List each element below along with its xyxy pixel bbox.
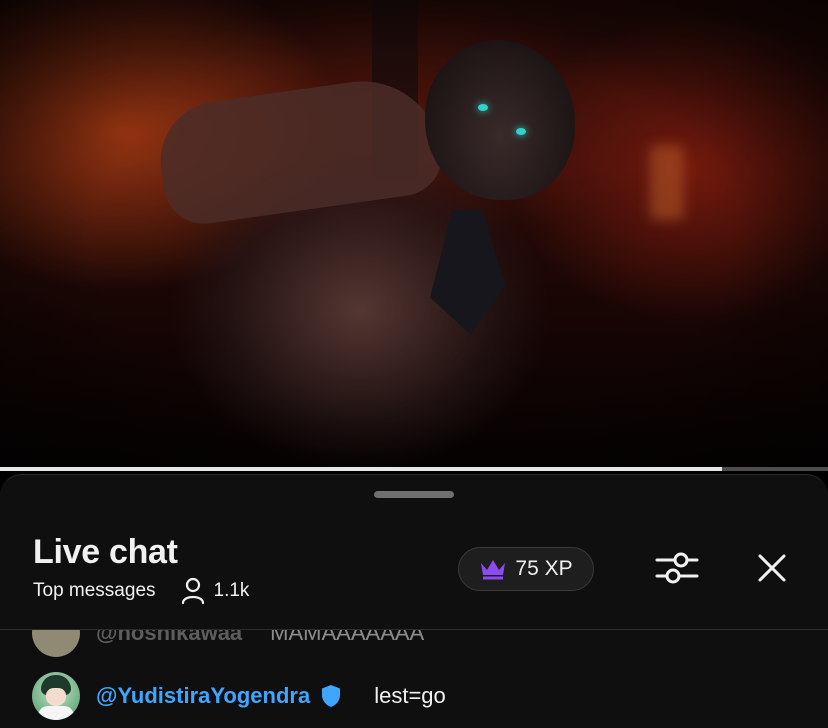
viewer-count: 1.1k xyxy=(213,580,250,601)
close-icon xyxy=(757,553,787,588)
avatar-face xyxy=(46,688,66,706)
message-author[interactable]: @hoshikawaa xyxy=(96,630,242,646)
video-progress-bar[interactable] xyxy=(0,467,828,471)
avatar[interactable] xyxy=(32,630,80,657)
video-player[interactable] xyxy=(0,0,828,470)
video-vignette xyxy=(0,0,828,470)
chat-title: Live chat xyxy=(33,533,178,571)
close-chat-button[interactable] xyxy=(750,549,794,591)
chat-message[interactable]: @hoshikawaa MAMAAAAAAA xyxy=(32,630,424,657)
message-text: MAMAAAAAAA xyxy=(270,630,425,645)
drag-handle[interactable] xyxy=(374,491,454,498)
chat-mode-label[interactable]: Top messages xyxy=(33,580,156,602)
avatar-shirt xyxy=(38,706,74,720)
video-progress-fill xyxy=(0,467,723,471)
chat-subtitle: Top messages 1.1k xyxy=(33,577,250,605)
crown-icon xyxy=(479,558,507,580)
person-icon xyxy=(180,577,206,605)
chat-filter-button[interactable] xyxy=(652,549,702,591)
chat-message[interactable]: @YudistiraYogendra lest=go xyxy=(32,672,446,720)
sliders-icon xyxy=(655,549,699,592)
shield-check-icon xyxy=(320,684,342,708)
live-chat-panel: Live chat Top messages 1.1k 75 XP @hoshi… xyxy=(0,474,828,728)
message-author[interactable]: @YudistiraYogendra xyxy=(96,683,310,709)
xp-label: 75 XP xyxy=(515,557,573,580)
avatar[interactable] xyxy=(32,672,80,720)
live-stream-screen: Live chat Top messages 1.1k 75 XP @hoshi… xyxy=(0,0,828,728)
xp-button[interactable]: 75 XP xyxy=(458,547,594,591)
message-text: lest=go xyxy=(374,683,446,708)
chat-message-list[interactable]: @hoshikawaa MAMAAAAAAA @YudistiraYogendr… xyxy=(0,630,828,728)
